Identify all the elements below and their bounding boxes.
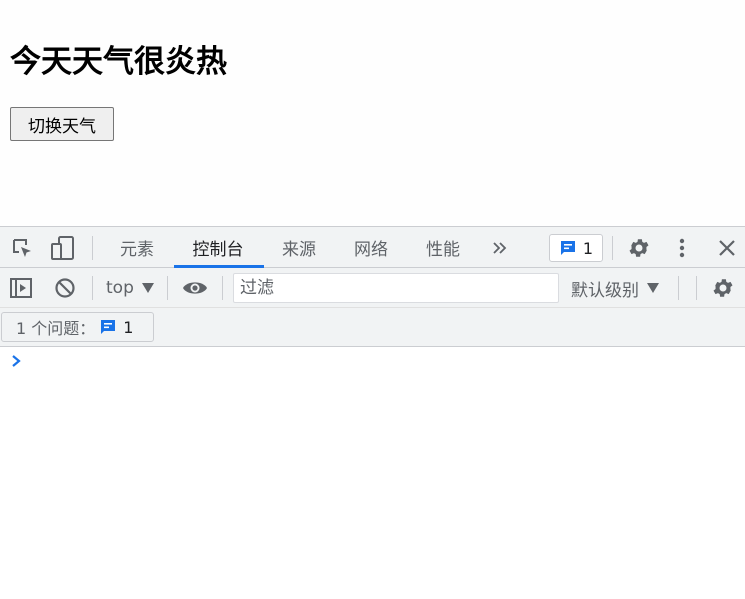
settings-gear-icon[interactable] bbox=[627, 236, 651, 260]
page-title: 今天天气很炎热 bbox=[10, 44, 227, 80]
eye-icon[interactable] bbox=[182, 277, 208, 299]
console-toolbar: top 默认级别 bbox=[0, 268, 745, 308]
tab-network[interactable]: 网络 bbox=[346, 227, 396, 268]
toolbar-divider bbox=[92, 276, 93, 300]
tab-elements[interactable]: 元素 bbox=[112, 227, 162, 268]
toggle-weather-button[interactable]: 切换天气 bbox=[10, 107, 114, 141]
issues-label: 1 个问题： bbox=[16, 319, 96, 338]
sidebar-toggle-icon[interactable] bbox=[9, 276, 33, 300]
chevron-double-right-icon[interactable] bbox=[490, 238, 510, 258]
tab-sources[interactable]: 来源 bbox=[274, 227, 324, 268]
console-settings-gear-icon[interactable] bbox=[711, 276, 735, 300]
toolbar-divider bbox=[612, 236, 613, 260]
tab-performance[interactable]: 性能 bbox=[418, 227, 468, 268]
toolbar-divider bbox=[167, 276, 168, 300]
log-level-value: 默认级别 bbox=[571, 280, 639, 301]
toolbar-divider bbox=[678, 276, 679, 300]
log-level-select[interactable]: 默认级别 bbox=[571, 277, 659, 301]
context-value: top bbox=[106, 278, 134, 298]
issues-badge-button[interactable]: 1 bbox=[549, 234, 603, 262]
console-prompt-chevron-icon bbox=[12, 355, 21, 367]
device-toolbar-icon[interactable] bbox=[50, 235, 76, 261]
toolbar-divider bbox=[92, 236, 93, 260]
toolbar-divider bbox=[696, 276, 697, 300]
context-select[interactable]: top bbox=[106, 277, 154, 299]
devtools-tabbar: 元素 控制台 来源 网络 性能 1 bbox=[0, 226, 745, 268]
issues-badge-count: 1 bbox=[582, 238, 594, 258]
more-options-icon[interactable] bbox=[672, 236, 692, 260]
console-output[interactable] bbox=[0, 347, 745, 599]
toolbar-divider bbox=[222, 276, 223, 300]
message-icon bbox=[101, 320, 116, 334]
dropdown-arrow-icon bbox=[141, 283, 154, 293]
inspect-element-icon[interactable] bbox=[10, 237, 34, 259]
devtools-panel: 元素 控制台 来源 网络 性能 1 top 过滤 默认级别 1 个问题： 1 bbox=[0, 226, 745, 599]
message-icon bbox=[560, 241, 575, 255]
page-content: 今天天气很炎热 切换天气 bbox=[0, 0, 745, 226]
issues-bar: 1 个问题： 1 bbox=[0, 308, 745, 347]
filter-input[interactable] bbox=[233, 273, 559, 303]
clear-console-icon[interactable] bbox=[53, 276, 77, 300]
issues-link-button[interactable]: 1 个问题： 1 bbox=[1, 312, 154, 342]
tab-console[interactable]: 控制台 bbox=[180, 227, 256, 268]
dropdown-arrow-icon bbox=[647, 283, 659, 293]
close-icon[interactable] bbox=[716, 237, 738, 259]
issues-count: 1 bbox=[123, 317, 134, 337]
